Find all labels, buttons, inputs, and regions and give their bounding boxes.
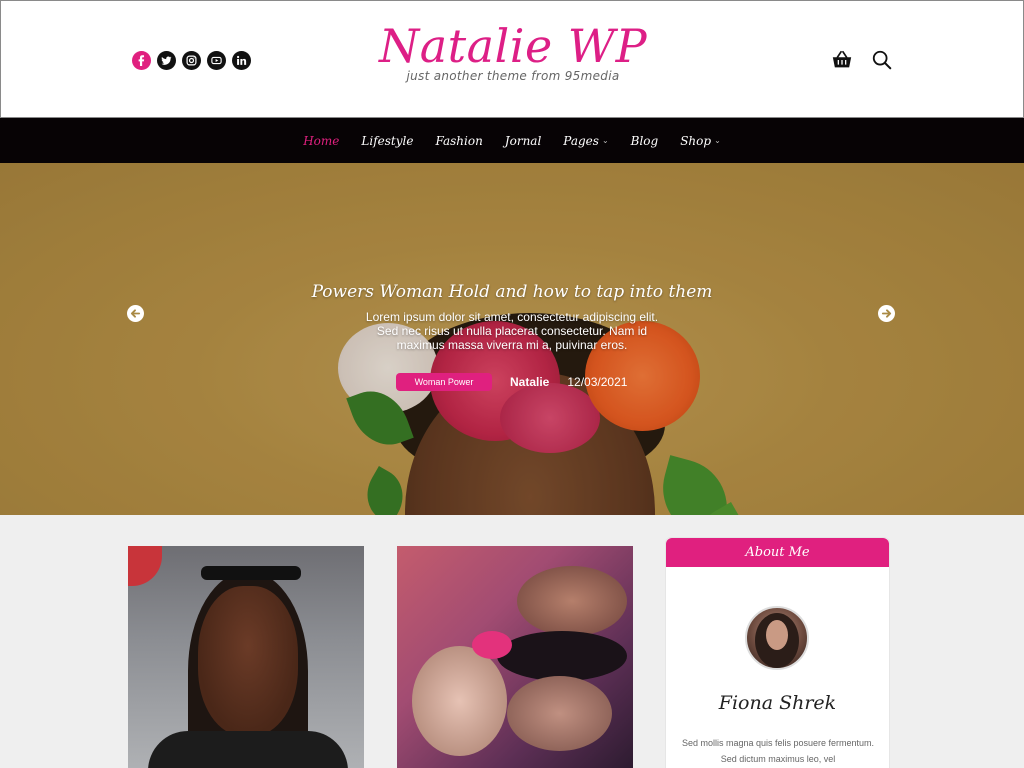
basket-icon[interactable] bbox=[831, 49, 853, 76]
nav-item-label: Lifestyle bbox=[361, 133, 414, 148]
main-nav: Home Lifestyle Fashion Jornal Pages ⌄ Blo… bbox=[0, 118, 1024, 163]
search-icon[interactable] bbox=[871, 49, 893, 76]
post-card-image[interactable] bbox=[397, 546, 633, 768]
site-header: Natalie WP just another theme from 95med… bbox=[0, 0, 1024, 118]
nav-item-home[interactable]: Home bbox=[303, 134, 339, 148]
page: Natalie WP just another theme from 95med… bbox=[0, 0, 1024, 768]
hero-title[interactable]: Powers Woman Hold and how to tap into th… bbox=[0, 282, 1024, 302]
nav-item-label: Jornal bbox=[504, 133, 542, 148]
author-name: Fiona Shrek bbox=[718, 692, 837, 714]
nav-item-blog[interactable]: Blog bbox=[631, 134, 659, 148]
hero-caption: Powers Woman Hold and how to tap into th… bbox=[0, 282, 1024, 352]
post-author[interactable]: Natalie bbox=[510, 375, 549, 389]
nav-item-label: Shop bbox=[680, 133, 712, 148]
chevron-down-icon: ⌄ bbox=[601, 136, 609, 145]
nav-item-label: Home bbox=[303, 133, 340, 148]
hero-meta: Woman Power Natalie 12/03/2021 bbox=[396, 373, 627, 391]
nav-item-lifestyle[interactable]: Lifestyle bbox=[361, 134, 413, 148]
nav-item-label: Fashion bbox=[435, 133, 483, 148]
nav-item-fashion[interactable]: Fashion bbox=[435, 134, 482, 148]
nav-item-pages[interactable]: Pages ⌄ bbox=[563, 134, 608, 148]
post-date: 12/03/2021 bbox=[567, 375, 628, 389]
avatar bbox=[745, 606, 809, 670]
post-card-image[interactable] bbox=[128, 546, 364, 768]
nav-item-label: Blog bbox=[630, 133, 659, 148]
hero-excerpt: Lorem ipsum dolor sit amet, consectetur … bbox=[365, 310, 659, 352]
nav-item-label: Pages bbox=[563, 133, 599, 148]
about-me-heading: About Me bbox=[666, 538, 889, 567]
category-badge[interactable]: Woman Power bbox=[396, 373, 492, 391]
nav-item-shop[interactable]: Shop ⌄ bbox=[680, 134, 721, 148]
nav-item-jornal[interactable]: Jornal bbox=[505, 134, 542, 148]
header-tools bbox=[831, 49, 893, 76]
author-bio: Sed mollis magna quis felis posuere ferm… bbox=[681, 738, 875, 764]
chevron-down-icon: ⌄ bbox=[714, 136, 721, 145]
about-me-widget: About Me Fiona Shrek Sed mollis magna qu… bbox=[665, 537, 890, 768]
